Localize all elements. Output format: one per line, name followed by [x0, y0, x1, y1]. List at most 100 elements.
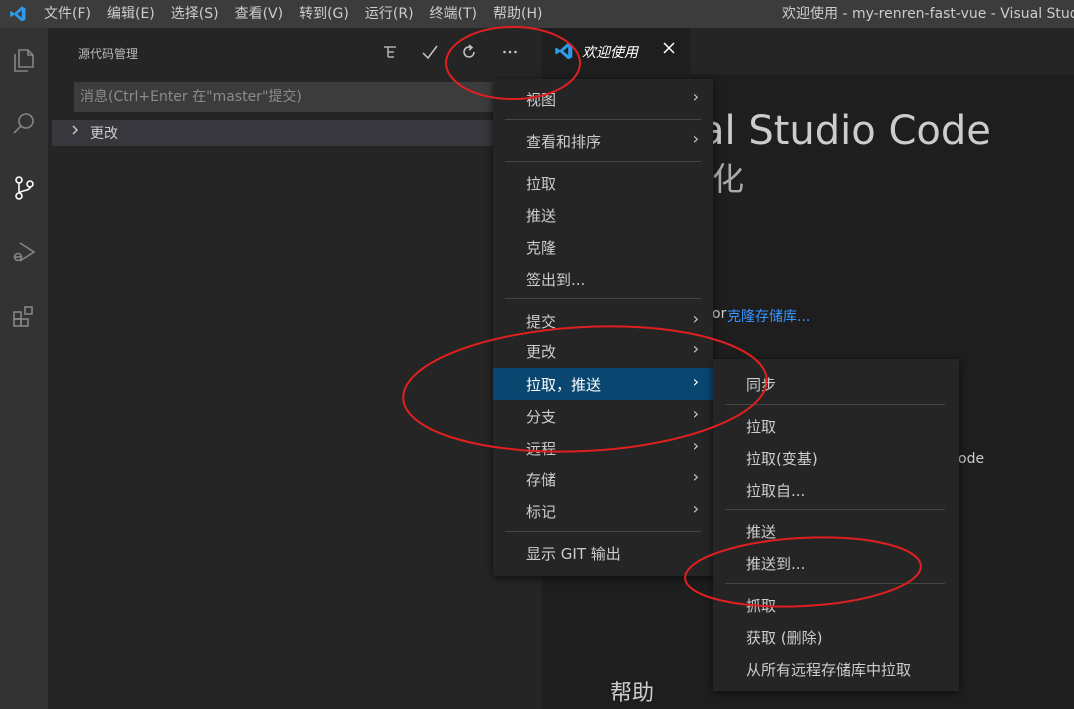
- chevron-right-icon: ›: [692, 499, 699, 518]
- menu-item-stash[interactable]: 存储 ›: [493, 463, 713, 495]
- menu-go[interactable]: 转到(G): [291, 0, 357, 28]
- menu-item-label: 显示 GIT 输出: [526, 545, 621, 563]
- menu-item-label: 推送: [526, 207, 557, 225]
- menu-separator: [725, 583, 945, 584]
- menu-item-label: 拉取: [526, 175, 557, 193]
- menu-separator: [505, 119, 701, 120]
- menu-item-label: 抓取: [746, 597, 777, 615]
- chevron-right-icon: ›: [692, 87, 699, 106]
- explorer-icon[interactable]: [0, 36, 48, 84]
- submenu-item-fetch-prune[interactable]: 获取 (删除): [713, 621, 959, 653]
- menu-separator: [505, 531, 701, 532]
- chevron-right-icon: ›: [692, 309, 699, 328]
- menu-item-changes[interactable]: 更改 ›: [493, 335, 713, 367]
- submenu-item-push-to[interactable]: 推送到...: [713, 547, 959, 579]
- menu-item-branch[interactable]: 分支 ›: [493, 400, 713, 432]
- welcome-or-text: or: [712, 306, 727, 322]
- menu-bar: 文件(F) 编辑(E) 选择(S) 查看(V) 转到(G) 运行(R) 终端(T…: [36, 0, 550, 28]
- menu-separator: [725, 509, 945, 510]
- submenu-item-fetch[interactable]: 抓取: [713, 589, 959, 621]
- menu-item-label: 标记: [526, 503, 557, 521]
- menu-item-label: 同步: [746, 376, 777, 394]
- menu-separator: [725, 404, 945, 405]
- chevron-right-icon: ›: [692, 436, 699, 455]
- welcome-title: al Studio Code: [700, 108, 991, 154]
- menu-item-view[interactable]: 视图 ›: [493, 83, 713, 115]
- menu-item-label: 拉取自...: [746, 482, 806, 500]
- menu-selection[interactable]: 选择(S): [163, 0, 227, 28]
- chevron-right-icon: ›: [692, 339, 699, 358]
- submenu-item-push[interactable]: 推送: [713, 515, 959, 547]
- changes-label: 更改: [90, 126, 118, 142]
- help-heading: 帮助: [610, 681, 655, 706]
- close-icon[interactable]: [662, 40, 676, 59]
- menu-item-pull-push[interactable]: 拉取，推送 ›: [493, 368, 713, 400]
- refresh-icon[interactable]: [457, 40, 481, 64]
- submenu-item-pull-rebase[interactable]: 拉取(变基): [713, 442, 959, 474]
- chevron-right-icon: ›: [692, 467, 699, 486]
- source-control-icon[interactable]: [0, 164, 48, 212]
- window-title: 欢迎使用 - my-renren-fast-vue - Visual Studi…: [782, 6, 1074, 22]
- menu-item-label: 存储: [526, 471, 557, 489]
- menu-item-label: 视图: [526, 91, 557, 109]
- pull-push-submenu: 同步 拉取 拉取(变基) 拉取自... 推送 推送到... 抓取 获取 (删除)…: [713, 359, 959, 691]
- extensions-icon[interactable]: [0, 292, 48, 340]
- menu-item-tags[interactable]: 标记 ›: [493, 495, 713, 527]
- menu-item-label: 签出到...: [526, 271, 586, 289]
- menu-item-checkout[interactable]: 签出到...: [493, 263, 713, 295]
- menu-item-view-and-sort[interactable]: 查看和排序 ›: [493, 125, 713, 157]
- menu-item-commit[interactable]: 提交 ›: [493, 305, 713, 337]
- menu-item-push[interactable]: 推送: [493, 199, 713, 231]
- menu-item-pull[interactable]: 拉取: [493, 167, 713, 199]
- view-as-tree-icon[interactable]: [378, 40, 402, 64]
- vscode-tab-icon: [554, 41, 574, 65]
- menu-item-show-git-output[interactable]: 显示 GIT 输出: [493, 537, 713, 569]
- menu-view[interactable]: 查看(V): [227, 0, 292, 28]
- menu-item-label: 从所有远程存储库中拉取: [746, 661, 912, 679]
- tab-label: 欢迎使用: [582, 45, 638, 61]
- sidebar-title: 源代码管理: [78, 47, 139, 61]
- welcome-code-text: ode: [958, 451, 985, 467]
- menu-item-label: 拉取，推送: [526, 376, 602, 394]
- scm-more-actions-menu: 视图 › 查看和排序 › 拉取 推送 克隆 签出到... 提交 › 更改 › 拉…: [493, 79, 713, 576]
- menu-item-label: 推送: [746, 523, 777, 541]
- chevron-right-icon: [70, 123, 80, 141]
- menu-item-clone[interactable]: 克隆: [493, 231, 713, 263]
- submenu-item-pull[interactable]: 拉取: [713, 410, 959, 442]
- commit-message-input[interactable]: [74, 82, 514, 112]
- menu-help[interactable]: 帮助(H): [485, 0, 550, 28]
- clone-repository-link[interactable]: 克隆存储库...: [727, 306, 810, 326]
- menu-item-label: 查看和排序: [526, 133, 602, 151]
- chevron-right-icon: ›: [692, 372, 699, 391]
- menu-separator: [505, 161, 701, 162]
- menu-item-label: 推送到...: [746, 555, 806, 573]
- chevron-right-icon: ›: [692, 129, 699, 148]
- menu-edit[interactable]: 编辑(E): [99, 0, 163, 28]
- changes-group-row[interactable]: 更改: [52, 120, 542, 146]
- menu-run[interactable]: 运行(R): [357, 0, 422, 28]
- submenu-item-sync[interactable]: 同步: [713, 368, 959, 400]
- vscode-logo-icon: [0, 0, 36, 28]
- menu-file[interactable]: 文件(F): [36, 0, 99, 28]
- submenu-item-pull-from[interactable]: 拉取自...: [713, 474, 959, 506]
- menu-item-label: 拉取(变基): [746, 450, 818, 468]
- menu-terminal[interactable]: 终端(T): [422, 0, 485, 28]
- menu-item-label: 更改: [526, 343, 557, 361]
- menu-item-remote[interactable]: 远程 ›: [493, 432, 713, 464]
- editor-tab-bar: 欢迎使用: [542, 28, 1074, 74]
- chevron-right-icon: ›: [692, 404, 699, 423]
- more-actions-icon[interactable]: [498, 40, 522, 64]
- commit-check-icon[interactable]: [418, 40, 442, 64]
- run-debug-icon[interactable]: [0, 228, 48, 276]
- menu-item-label: 克隆: [526, 239, 557, 257]
- title-bar: 文件(F) 编辑(E) 选择(S) 查看(V) 转到(G) 运行(R) 终端(T…: [0, 0, 1074, 28]
- tab-welcome[interactable]: 欢迎使用: [542, 28, 690, 74]
- menu-item-label: 拉取: [746, 418, 777, 436]
- search-icon[interactable]: [0, 100, 48, 148]
- source-control-panel: 源代码管理 更改: [48, 28, 542, 709]
- menu-item-label: 远程: [526, 440, 557, 458]
- menu-item-label: 提交: [526, 313, 557, 331]
- menu-separator: [505, 298, 701, 299]
- menu-item-label: 分支: [526, 408, 557, 426]
- submenu-item-pull-from-all-remotes[interactable]: 从所有远程存储库中拉取: [713, 653, 959, 685]
